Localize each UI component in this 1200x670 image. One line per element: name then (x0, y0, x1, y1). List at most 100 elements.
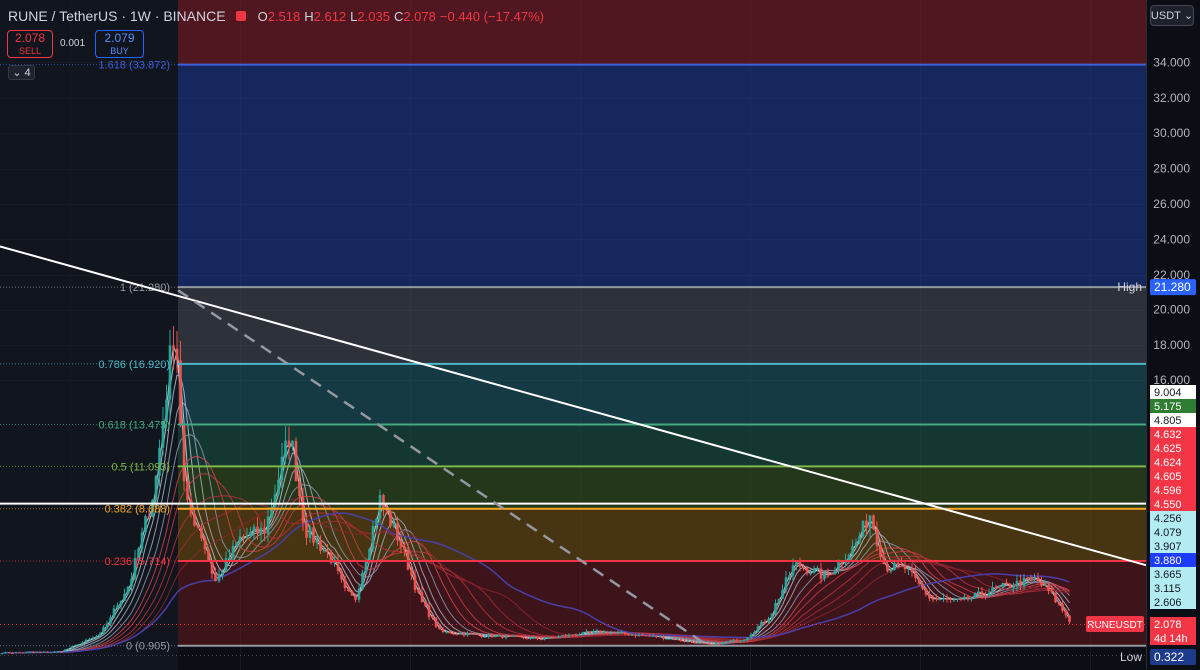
spread-value: 0.001 (60, 38, 86, 49)
candle-body (427, 606, 431, 618)
candle-body (763, 621, 767, 623)
candle-body (172, 345, 175, 349)
candle-body (378, 495, 382, 519)
left-shade (0, 0, 178, 670)
candle-body (830, 573, 833, 575)
candle-body (998, 585, 1001, 588)
candle-body (651, 635, 655, 637)
candle-body (735, 639, 739, 642)
candle-body (487, 634, 490, 637)
candle-body (210, 560, 214, 574)
candle-body (413, 575, 417, 591)
candle-body (963, 596, 966, 599)
chevron-down-icon: ⌄ (12, 67, 22, 79)
candle-body (1061, 604, 1064, 611)
candle-body (553, 637, 557, 639)
candle-body (854, 542, 858, 547)
candle-body (473, 633, 476, 635)
high-value: 2.612 (313, 8, 347, 24)
candle-body (956, 598, 959, 600)
candle-body (1029, 577, 1033, 579)
currency-button[interactable]: USDT ⌄ (1150, 5, 1194, 26)
buy-button[interactable]: 2.079 BUY (95, 30, 144, 58)
candle-body (84, 640, 88, 643)
chevron-down-icon: ⌄ (1183, 10, 1194, 22)
candle-body (186, 481, 189, 500)
candle-body (466, 633, 469, 636)
fib-zone (178, 287, 1146, 364)
candle-body (522, 636, 525, 639)
candle-body (683, 640, 686, 642)
candle-body (252, 526, 256, 532)
candle-body (336, 561, 340, 571)
candle-body (280, 456, 284, 480)
candle-body (928, 594, 931, 599)
candle-body (921, 583, 924, 589)
candle-body (714, 642, 718, 645)
high-marker-label: High (1117, 280, 1142, 294)
low-label: L (350, 8, 358, 24)
candle-body (742, 640, 746, 642)
candle-body (200, 527, 203, 539)
indicators-collapse-button[interactable]: ⌄ 4 (8, 65, 35, 80)
candle-body (483, 636, 487, 638)
candle-body (361, 572, 364, 589)
candle-body (837, 561, 840, 570)
candle-body (637, 634, 641, 636)
candle-body (102, 627, 105, 634)
fib-level-label: 1.618 (33.872) (98, 60, 170, 72)
candle-body (644, 635, 648, 637)
candle-body (581, 632, 585, 635)
candle-body (126, 586, 130, 594)
sell-price: 2.078 (14, 31, 46, 45)
candle-body (214, 573, 217, 582)
candle-body (1068, 615, 1071, 622)
price-axis-label: 2.078 (1154, 619, 1182, 631)
fib-zone (178, 363, 1146, 425)
candle-body (623, 632, 627, 634)
price-chart[interactable]: 1.618 (33.872)1 (21.280)0.786 (16.920)0.… (0, 0, 1200, 670)
candle-body (459, 633, 462, 635)
candle-body (231, 545, 235, 558)
low-marker-value: 0.322 (1154, 650, 1184, 664)
symbol-title[interactable]: RUNE / TetherUS · 1W · BINANCE (8, 8, 226, 24)
candle-body (539, 638, 543, 640)
candle-body (494, 635, 497, 638)
candle-body (732, 639, 735, 641)
candle-body (924, 588, 928, 595)
candle-body (546, 636, 550, 639)
price-axis-label: 3.665 (1154, 569, 1182, 581)
candle-body (658, 636, 662, 638)
candle-body (980, 591, 984, 596)
candle-body (525, 638, 529, 640)
candle-body (242, 536, 245, 538)
price-axis-label: 5.175 (1154, 401, 1182, 413)
candle-body (21, 652, 25, 654)
candle-body (469, 633, 473, 635)
price-axis-label: 2.606 (1154, 597, 1182, 609)
candle-body (1050, 591, 1054, 593)
low-marker-label: Low (1120, 650, 1142, 664)
candle-body (32, 652, 35, 654)
candle-body (802, 566, 805, 569)
price-axis-label: 3.880 (1154, 555, 1182, 567)
candle-body (287, 440, 291, 448)
candle-body (749, 634, 753, 638)
candle-body (847, 554, 851, 561)
candle-body (441, 629, 445, 632)
price-axis-tick: 16.000 (1153, 373, 1190, 387)
candle-body (872, 515, 875, 530)
close-label: C (393, 8, 404, 24)
candle-body (1040, 581, 1043, 586)
candle-body (746, 637, 749, 641)
candle-body (53, 651, 56, 653)
sell-button[interactable]: 2.078 SELL (7, 30, 53, 58)
candle-body (861, 520, 865, 537)
candle-body (238, 536, 242, 543)
candle-body (389, 511, 392, 527)
candle-body (707, 643, 711, 645)
candle-body (935, 598, 938, 600)
candle-body (970, 597, 973, 600)
price-axis-tick: 18.000 (1153, 338, 1190, 352)
candle-body (1019, 580, 1022, 587)
